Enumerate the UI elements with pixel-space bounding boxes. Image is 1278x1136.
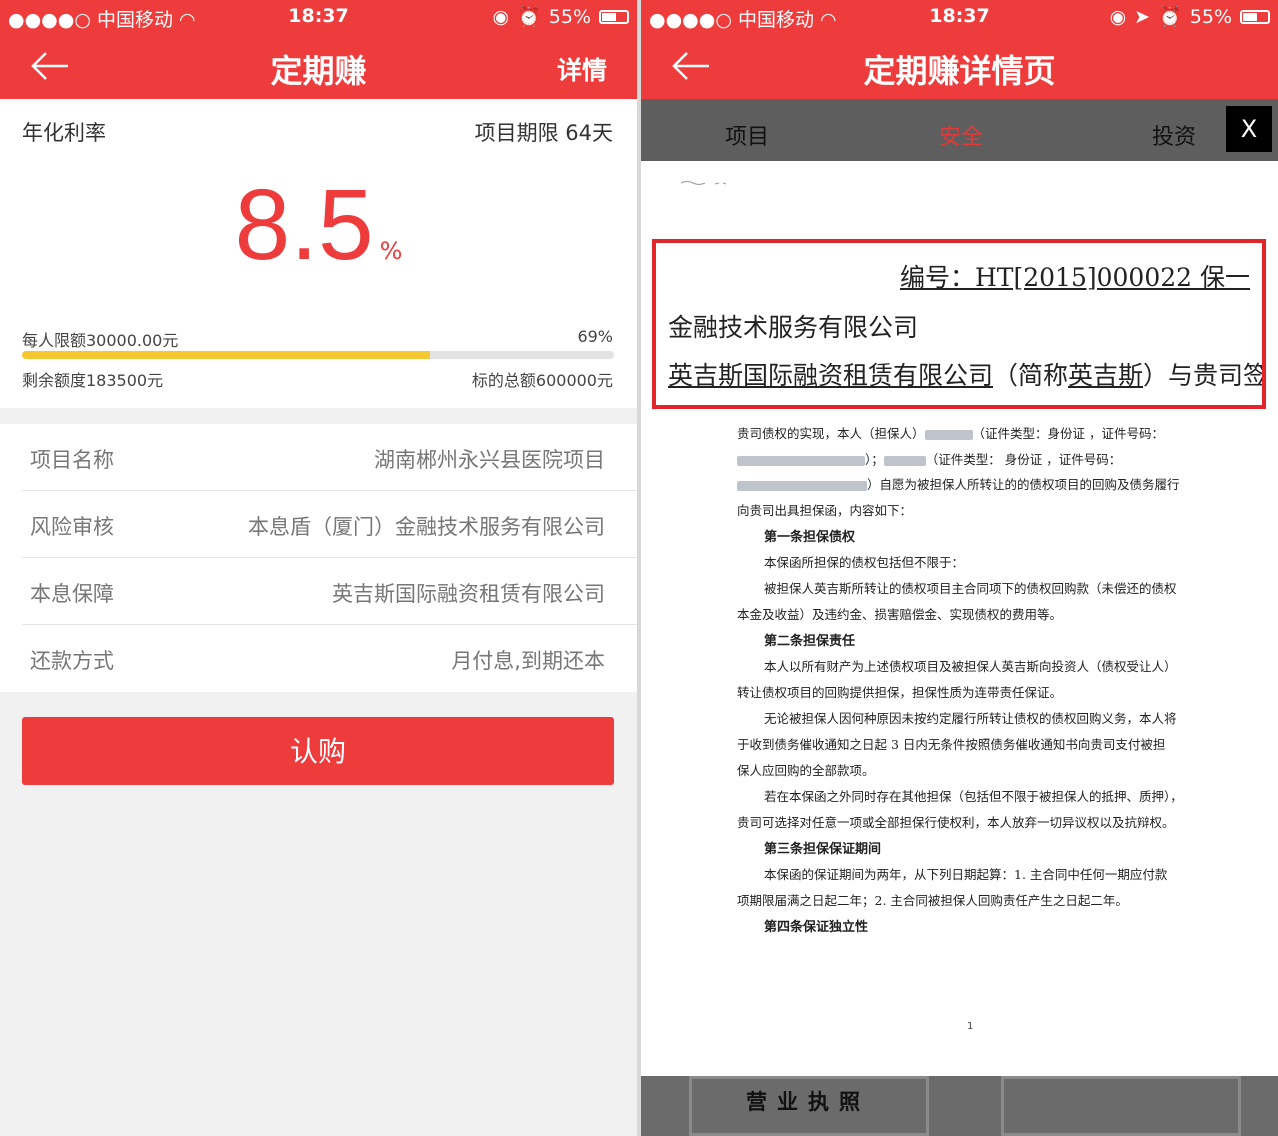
info-row-risk-review: 风险审核 本息盾（厦门）金融技术服务有限公司 — [0, 491, 637, 558]
status-bar: ●●●●○ 中国移动 ◠ 18:37 ◉ ⏰ 55% — [0, 0, 637, 34]
battery-group: ◉ ⏰ 55% — [492, 5, 629, 28]
project-info-list: 项目名称 湖南郴州永兴县医院项目 风险审核 本息盾（厦门）金融技术服务有限公司 本息… — [0, 424, 637, 692]
business-license-preview: 营业执照 — [641, 1076, 1278, 1136]
section-heading: 第二条担保责任 — [764, 634, 856, 649]
info-value: 湖南郴州永兴县医院项目 — [374, 448, 605, 472]
project-term: 项目期限 64天 — [474, 121, 613, 145]
zoom-partial-line: 的《借款协议》（简称《主合同》）的履行，保 — [696, 399, 1196, 405]
doc-line: 向贵司出具担保函，内容如下： — [737, 503, 913, 518]
page-number: 1 — [967, 1021, 974, 1032]
doc-line: 贵司债权的实现，本人（担保人） （证件类型：身份证 ，证件号码： — [737, 423, 1164, 442]
doc-line: 保人应回购的全部款项。 — [737, 763, 875, 778]
section-heading: 第一条担保债权 — [764, 530, 856, 545]
tab-project[interactable]: 项目 — [725, 119, 769, 151]
redacted-block — [737, 480, 867, 491]
rate-unit: % — [379, 237, 403, 265]
lock-rotation-icon: ◉ — [1109, 5, 1127, 28]
left-screen: ●●●●○ 中国移动 ◠ 18:37 ◉ ⏰ 55% 定期赚 详情 年化利率 项目期… — [0, 0, 637, 1136]
info-row-project-name: 项目名称 湖南郴州永兴县医院项目 — [0, 424, 637, 491]
subscribe-button[interactable]: 认购 — [22, 717, 614, 785]
info-label: 风险审核 — [30, 515, 114, 539]
doc-line: 无论被担保人因何种原因未按约定履行所转让债权的债权回购义务，本人将 — [764, 711, 1177, 726]
doc-line: ）； （证件类型： 身份证 ，证件号码： — [737, 449, 1121, 468]
info-value: 英吉斯国际融资租赁有限公司 — [332, 582, 605, 606]
info-label: 项目名称 — [30, 448, 114, 472]
info-label: 还款方式 — [30, 649, 114, 673]
battery-icon — [599, 9, 629, 24]
section-heading: 第三条担保保证期间 — [764, 842, 882, 857]
page-title: 定期赚详情页 — [863, 52, 1056, 90]
location-arrow-icon: ➤ — [1134, 5, 1151, 28]
doc-line: 本保函的保证期间为两年，从下列日期起算：1. 主合同中任何一期应付款 — [764, 867, 1168, 882]
doc-line: 被担保人英吉斯所转让的债权项目主合同项下的债权回购款（未偿还的债权 — [764, 581, 1177, 596]
right-screen: ●●●●○ 中国移动 ◠ 18:37 ◉ ➤ ⏰ 55% 定期赚详情页 项目 安全 投… — [641, 0, 1278, 1136]
doc-text: ）自愿为被担保人所转让的的债权项目的回购及债务履行 — [867, 477, 1180, 492]
progress-fill — [22, 351, 431, 359]
license-title: 营业执照 — [746, 1089, 870, 1114]
doc-line: 本金及收益）及违约金、损害赔偿金、实现债权的费用等。 — [737, 607, 1063, 622]
alarm-icon: ⏰ — [517, 6, 541, 28]
license-frame — [1001, 1076, 1241, 1136]
page-title: 定期赚 — [270, 52, 367, 90]
progress-percent: 69% — [577, 327, 613, 346]
info-row-repayment: 还款方式 月付息,到期还本 — [0, 625, 637, 692]
zoom-company-line: 金融技术服务有限公司 — [668, 313, 919, 342]
short-name: 英吉斯 — [1068, 361, 1144, 390]
doc-text: （证件类型：身份证 ，证件号码： — [972, 426, 1164, 441]
info-value: 月付息,到期还本 — [451, 649, 605, 673]
doc-line: 本人以所有财产为上述债权项目及被担保人英吉斯向投资人（债权受让人） — [764, 659, 1177, 674]
doc-text: ）； — [865, 452, 884, 467]
redacted-block — [737, 455, 865, 466]
tab-security[interactable]: 安全 — [939, 119, 983, 151]
status-bar: ●●●●○ 中国移动 ◠ 18:37 ◉ ➤ ⏰ 55% — [641, 0, 1278, 34]
text-fragment: ）与贵司签订 — [1143, 361, 1266, 390]
zoom-lessor-line: 英吉斯国际融资租赁有限公司（简称英吉斯）与贵司签订 — [668, 356, 1266, 392]
close-button[interactable]: X — [1226, 106, 1272, 152]
zoom-highlight-box: 编号：HT[2015]000022 保一 金融技术服务有限公司 英吉斯国际融资租… — [652, 239, 1266, 409]
doc-line: 项期限届满之日起二年；2. 主合同被担保人回购责任产生之日起二年。 — [737, 893, 1128, 908]
info-value: 本息盾（厦门）金融技术服务有限公司 — [248, 515, 605, 539]
doc-text: （证件类型： 身份证 ，证件号码： — [925, 452, 1122, 467]
doc-text: 贵司债权的实现，本人（担保人） — [737, 426, 925, 441]
total-amount: 标的总额600000元 — [471, 371, 613, 390]
tab-bar: 项目 安全 投资 X — [641, 99, 1278, 161]
battery-percent: 55% — [1189, 5, 1232, 28]
alarm-icon: ⏰ — [1158, 6, 1182, 28]
doc-line: ）自愿为被担保人所转让的的债权项目的回购及债务履行 — [737, 474, 1180, 493]
section-heading: 第四条保证独立性 — [764, 920, 869, 935]
remaining-amount: 剩余额度183500元 — [22, 371, 164, 390]
doc-line: 于收到债务催收通知之日起 3 日内无条件按照债务催收通知书向贵司支付被担 — [737, 737, 1166, 752]
rate-card: 年化利率 项目期限 64天 8.5% 每人限额30000.00元 69% 剩余额… — [0, 99, 637, 408]
doc-line: 贵司可选择对任意一项或全部担保行使权利，本人放弃一切异议权以及抗辩权。 — [737, 815, 1175, 830]
doc-number: 编号：HT[2015]000022 保一 — [900, 263, 1250, 292]
info-label: 本息保障 — [30, 582, 114, 606]
battery-percent: 55% — [548, 5, 591, 28]
detail-link[interactable]: 详情 — [557, 51, 607, 87]
redacted-block — [924, 429, 973, 440]
rate-label: 年化利率 — [22, 121, 106, 145]
doc-line: 转让债权项目的回购提供担保，担保性质为连带责任保证。 — [737, 685, 1063, 700]
per-person-limit: 每人限额30000.00元 — [22, 331, 179, 350]
battery-icon — [1240, 9, 1270, 24]
nav-bar: 定期赚详情页 — [641, 34, 1278, 99]
tab-invest[interactable]: 投资 — [1152, 119, 1196, 151]
redacted-block — [883, 455, 926, 466]
text-fragment: （简称 — [993, 361, 1069, 390]
annual-rate: 8.5% — [0, 175, 637, 275]
doc-line: 本保函所担保的债权包括但不限于： — [764, 555, 965, 570]
nav-bar: 定期赚 详情 — [0, 34, 637, 99]
doc-line: 若在本保函之外同时存在其他担保（包括但不限于被担保人的抵押、质押）， — [764, 789, 1183, 804]
lock-rotation-icon: ◉ — [492, 5, 510, 28]
lessor-name: 英吉斯国际融资租赁有限公司 — [668, 361, 994, 390]
info-row-guarantee: 本息保障 英吉斯国际融资租赁有限公司 — [0, 558, 637, 625]
battery-group: ◉ ➤ ⏰ 55% — [1110, 5, 1270, 28]
guarantee-document: 编号：HT[2015]000022 保一 金融技术服务有限公司 英吉斯国际融资租… — [641, 161, 1278, 1076]
progress-bar — [22, 351, 614, 359]
scribble-mark — [680, 181, 727, 185]
rate-value: 8.5 — [234, 169, 374, 281]
